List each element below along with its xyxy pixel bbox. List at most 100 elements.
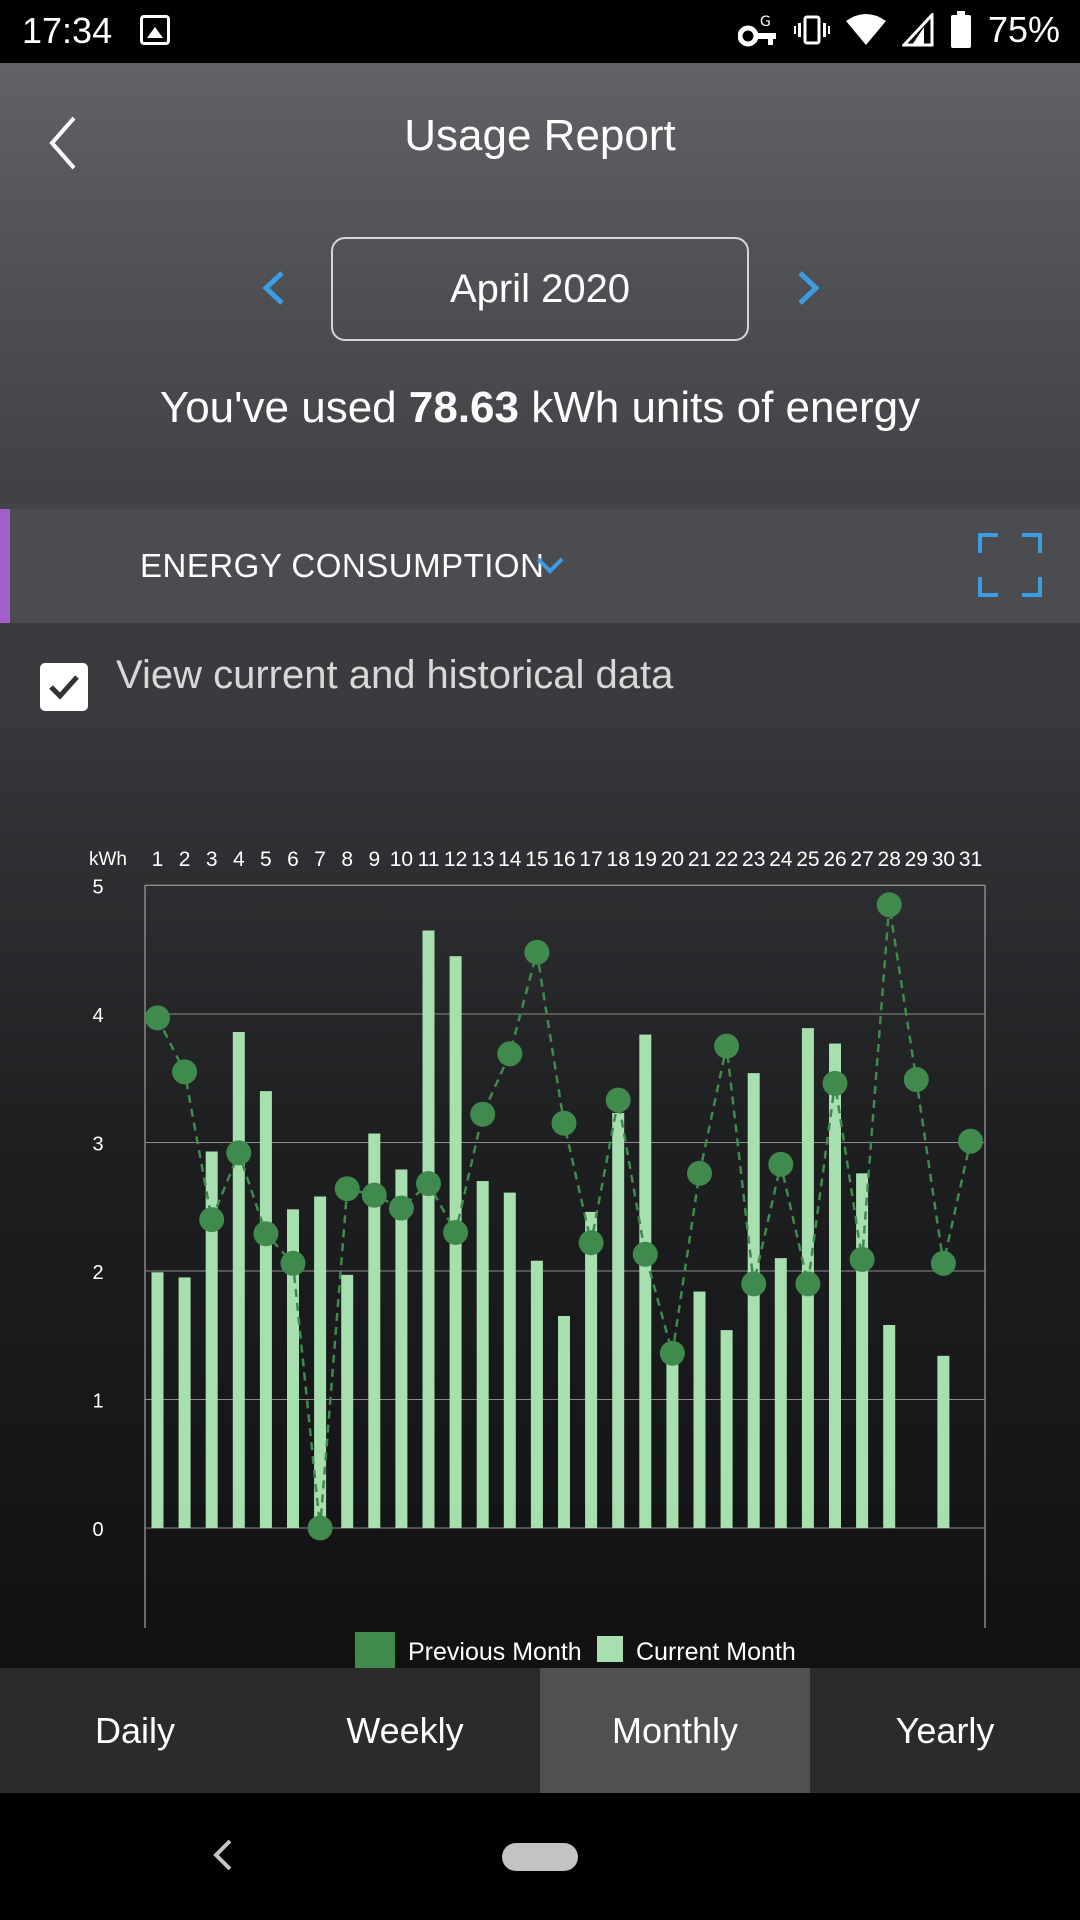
point-previous-month <box>714 1033 740 1059</box>
point-previous-month <box>388 1195 414 1221</box>
point-previous-month <box>903 1067 929 1093</box>
page-title: Usage Report <box>404 111 676 160</box>
point-previous-month <box>930 1250 956 1276</box>
bar-current-month <box>178 1277 191 1528</box>
point-previous-month <box>416 1171 441 1197</box>
point-previous-month <box>280 1250 306 1276</box>
historical-data-checkbox[interactable] <box>40 663 88 711</box>
x-tick-label: 21 <box>688 848 711 871</box>
svg-text:G: G <box>760 14 771 30</box>
vpn-key-icon: G <box>737 14 776 47</box>
image-icon <box>140 15 170 45</box>
fullscreen-icon[interactable] <box>976 531 1044 599</box>
wifi-icon <box>845 14 886 45</box>
point-previous-month <box>199 1207 225 1233</box>
status-icons: G 75% <box>737 9 1060 50</box>
section-header: ENERGY CONSUMPTION <box>0 509 1080 623</box>
point-previous-month <box>551 1110 577 1136</box>
bar-current-month <box>937 1355 950 1528</box>
system-home-pill[interactable] <box>502 1843 578 1871</box>
y-axis-label: kWh <box>89 849 127 870</box>
next-month-chevron-icon[interactable] <box>790 263 826 313</box>
point-previous-month <box>741 1271 767 1297</box>
point-previous-month <box>361 1182 387 1208</box>
x-tick-label: 31 <box>959 848 982 871</box>
x-tick-label: 12 <box>444 848 467 871</box>
tab-monthly[interactable]: Monthly <box>540 1668 810 1793</box>
section-dropdown[interactable]: ENERGY CONSUMPTION <box>140 509 544 623</box>
x-tick-label: 10 <box>390 848 413 871</box>
bar-current-month <box>530 1260 543 1528</box>
header: Usage Report April 2020 You've used 78.6… <box>0 63 1080 503</box>
usage-prefix: You've used <box>159 383 397 432</box>
point-previous-month <box>876 892 902 918</box>
bar-current-month <box>666 1354 679 1528</box>
bar-current-month <box>558 1315 570 1528</box>
point-previous-month <box>958 1128 983 1154</box>
status-bar: 17:34 G 75% <box>0 0 1080 63</box>
y-tick-label: 1 <box>92 1391 103 1413</box>
point-previous-month <box>334 1176 360 1202</box>
month-selector[interactable]: April 2020 <box>331 237 749 341</box>
point-previous-month <box>849 1246 875 1272</box>
point-previous-month <box>226 1140 252 1166</box>
point-previous-month <box>578 1230 604 1256</box>
y-tick-label: 4 <box>92 1005 103 1027</box>
x-tick-label: 19 <box>634 848 657 871</box>
x-tick-label: 1 <box>152 848 164 871</box>
legend-label-current: Current Month <box>636 1638 796 1666</box>
x-tick-label: 13 <box>471 848 494 871</box>
x-tick-label: 17 <box>579 848 602 871</box>
system-back-icon[interactable] <box>208 1833 238 1877</box>
x-tick-label: 11 <box>418 848 440 871</box>
point-previous-month <box>768 1151 794 1177</box>
x-tick-label: 4 <box>233 848 245 871</box>
historical-data-label: View current and historical data <box>116 653 674 697</box>
bar-current-month <box>503 1192 516 1528</box>
bar-current-month <box>259 1091 272 1528</box>
usage-summary: You've used 78.63 kWh units of energy <box>0 383 1080 433</box>
bar-current-month <box>314 1196 327 1528</box>
chart-svg: 012345kWh 1 2 3 4 5 6 7 8 9 10 11 12 13 14 15 16 17 18 19 20… <box>89 848 986 1668</box>
x-tick-label: 28 <box>878 848 901 871</box>
tab-weekly[interactable]: Weekly <box>270 1668 540 1793</box>
x-tick-label: 27 <box>850 848 873 871</box>
bar-current-month <box>747 1073 760 1528</box>
bar-current-month <box>151 1272 164 1528</box>
point-previous-month <box>307 1515 333 1541</box>
tab-yearly[interactable]: Yearly <box>810 1668 1080 1793</box>
bar-current-month <box>774 1258 787 1528</box>
bar-current-month <box>341 1274 354 1528</box>
bar-current-month <box>585 1211 598 1528</box>
x-tick-label: 8 <box>341 848 353 871</box>
point-previous-month <box>822 1070 848 1096</box>
y-tick-label: 2 <box>92 1262 103 1284</box>
system-nav-bar <box>0 1793 1080 1920</box>
chevron-down-icon[interactable] <box>532 549 568 583</box>
energy-chart: 0 1 2 3 4 5 kWh 1 2 3 4 5 6 7 8 9 10 11 12 13 14 15 16 17 18 19 20… <box>0 728 1080 1668</box>
x-tick-label: 20 <box>661 848 684 871</box>
x-tick-label: 14 <box>498 848 522 871</box>
point-previous-month <box>470 1101 496 1127</box>
vibrate-icon <box>793 15 830 45</box>
x-tick-label: 22 <box>715 848 738 871</box>
usage-value: 78.63 <box>408 383 519 432</box>
bar-current-month <box>639 1034 652 1528</box>
bar-current-month <box>720 1330 733 1528</box>
point-previous-month <box>145 1005 170 1031</box>
previous-month-chevron-icon[interactable] <box>256 263 292 313</box>
battery-icon <box>950 11 971 48</box>
tab-daily[interactable]: Daily <box>0 1668 270 1793</box>
section-accent-bar <box>0 509 10 623</box>
bar-current-month <box>883 1324 896 1528</box>
point-previous-month <box>659 1340 685 1366</box>
point-previous-month <box>632 1241 658 1267</box>
usage-suffix: kWh units of energy <box>531 383 921 432</box>
status-time: 17:34 <box>22 10 113 51</box>
point-previous-month <box>795 1271 821 1297</box>
x-tick-label: 3 <box>206 848 218 871</box>
bar-current-month <box>612 1112 625 1528</box>
bar-current-month <box>232 1031 245 1528</box>
point-previous-month <box>253 1221 279 1247</box>
y-tick-label: 0 <box>92 1519 103 1541</box>
